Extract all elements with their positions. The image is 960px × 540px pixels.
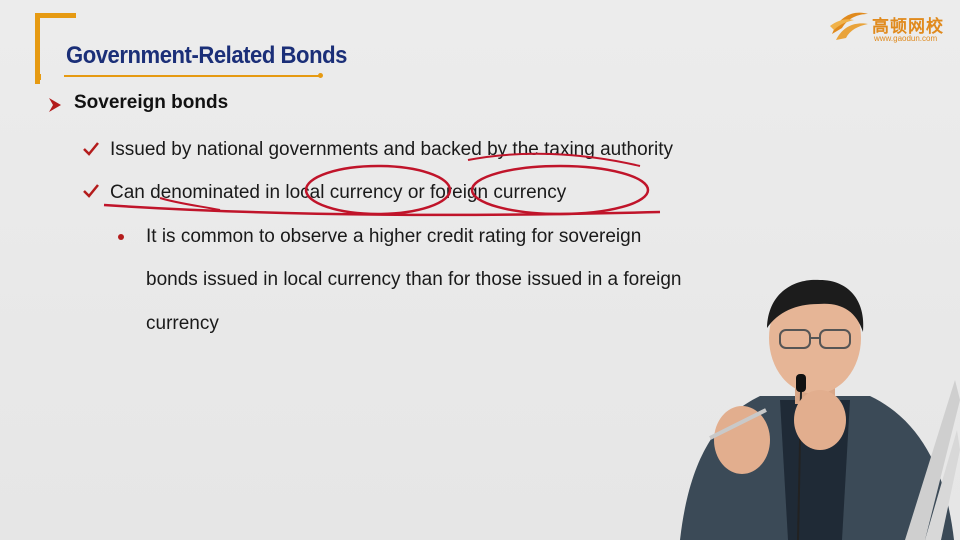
slide-title: Government-Related Bonds [66,42,347,69]
level1-sovereign-bonds: Sovereign bonds [74,92,229,113]
sub-point-line-2: bonds issued in local currency than for … [146,269,682,290]
dot-bullet-icon [118,234,124,240]
title-bracket-foot [35,74,41,80]
arrow-bullet-icon [49,98,61,112]
sub-point-line-1: It is common to observe a higher credit … [146,226,642,247]
title-underline-dot [318,73,323,78]
gaodun-logo: 高顿网校 www.gaodun.com [828,6,956,46]
title-underline [64,75,320,77]
underline-stroke [103,203,661,217]
decorative-arrows [905,380,960,540]
check-icon [83,142,99,156]
point-denominated: Can denominated in local currency or for… [110,182,567,203]
slide: Government-Related Bonds 高顿网校 www.gaodun… [0,0,960,540]
gaodun-logo-icon [830,12,868,40]
point-issued-by: Issued by national governments and backe… [110,139,673,160]
logo-url: www.gaodun.com [874,34,938,43]
check-icon [83,184,99,198]
sub-point-line-3: currency [146,313,219,334]
